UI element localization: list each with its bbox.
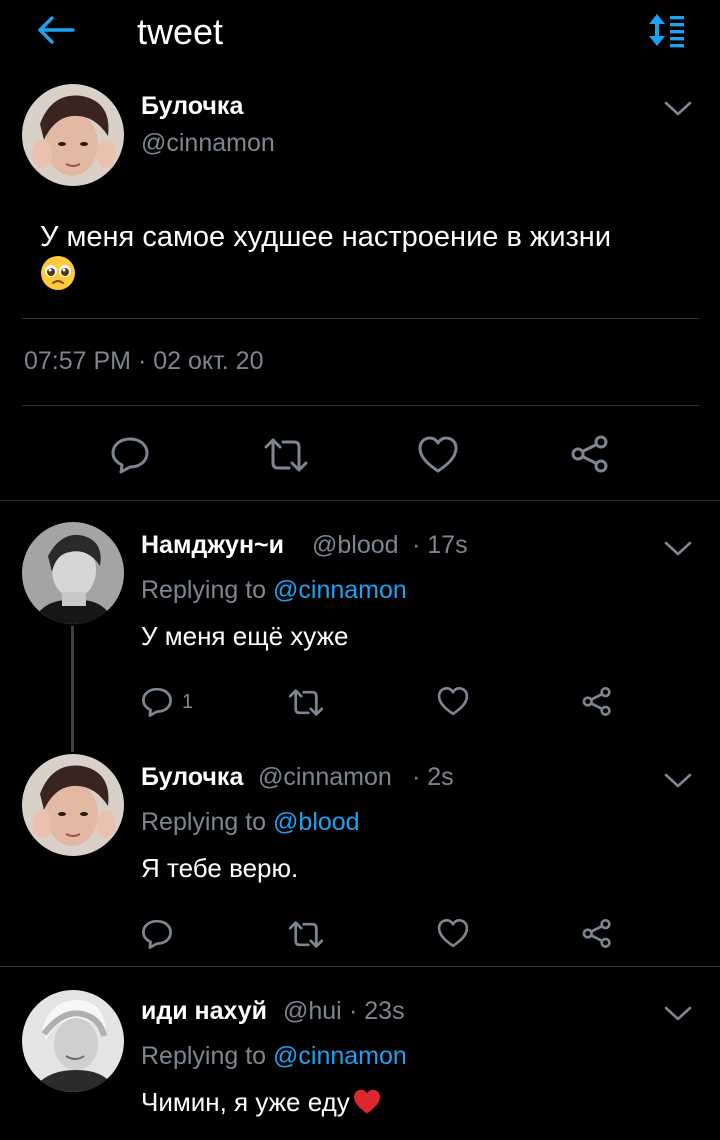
divider [0, 500, 720, 501]
author-name[interactable]: Булочка [141, 91, 243, 121]
share-button[interactable] [580, 917, 614, 950]
thread-line [71, 626, 74, 752]
sort-button[interactable] [646, 10, 688, 50]
replying-to-link[interactable]: @blood [273, 808, 360, 836]
heart-icon [437, 687, 469, 716]
retweet-button[interactable] [262, 437, 310, 473]
share-icon [582, 919, 611, 948]
reply-author-handle[interactable]: @blood [312, 530, 399, 560]
reply-author-name[interactable]: Булочка [141, 762, 243, 792]
replying-to-link[interactable]: @cinnamon [273, 1042, 407, 1070]
share-icon [571, 435, 608, 473]
chevron-down-icon [664, 101, 692, 116]
tweet-menu-button[interactable] [663, 98, 693, 118]
reply-text: У меня ещё хуже [141, 621, 349, 651]
sort-icon [649, 14, 684, 48]
like-button[interactable] [436, 686, 470, 717]
author-handle[interactable]: @cinnamon [141, 128, 275, 158]
like-button[interactable] [436, 918, 470, 949]
like-button[interactable] [416, 435, 460, 475]
tweet-timestamp: 07:57 PM · 02 окт. 20 [24, 347, 264, 375]
heart-icon [418, 436, 458, 473]
comment-icon [111, 437, 149, 474]
reply-author-handle[interactable]: @hui [283, 996, 342, 1026]
page-title: tweet [137, 11, 224, 52]
tweet-menu-button[interactable] [663, 770, 693, 790]
reply-button[interactable] [140, 686, 174, 718]
reply-text: Чимин, я уже еду ❤️ [141, 1086, 382, 1118]
reply-time: · 23s [349, 997, 405, 1025]
reply-time: · 2s [412, 763, 454, 791]
retweet-icon [264, 438, 308, 472]
replying-to-label: Replying to @cinnamon [141, 576, 407, 604]
tweet-menu-button[interactable] [663, 538, 693, 558]
tweet-menu-button[interactable] [663, 1003, 693, 1023]
arrow-left-icon [38, 16, 75, 44]
share-icon [582, 687, 611, 716]
replying-to-link[interactable]: @cinnamon [273, 576, 407, 604]
retweet-button[interactable] [287, 920, 325, 949]
share-button[interactable] [568, 433, 612, 475]
replying-to-label: Replying to @cinnamon [141, 1042, 407, 1070]
divider [22, 405, 700, 406]
reply-author-name[interactable]: иди нахуй [141, 996, 267, 1026]
avatar[interactable] [22, 754, 124, 856]
retweet-button[interactable] [287, 688, 325, 717]
tweet-emoji [40, 255, 76, 291]
reply-button[interactable] [140, 918, 174, 950]
reply-text: Я тебе верю. [141, 853, 299, 883]
reply-time: · 17s [412, 531, 468, 559]
tweet-text: У меня самое худшее настроение в жизни [40, 221, 612, 253]
share-button[interactable] [580, 685, 614, 718]
divider [22, 318, 700, 319]
reply-author-handle[interactable]: @cinnamon [258, 762, 392, 792]
back-button[interactable] [36, 12, 76, 48]
reply-count: 1 [182, 691, 194, 713]
avatar[interactable] [22, 84, 124, 186]
comment-icon [142, 919, 172, 949]
heart-icon [437, 919, 469, 948]
pleading-face-icon [41, 256, 75, 290]
avatar[interactable] [22, 990, 124, 1092]
divider [0, 966, 720, 967]
reply-button[interactable] [109, 435, 151, 475]
chevron-down-icon [664, 773, 692, 788]
replying-to-label: Replying to @blood [141, 808, 360, 836]
chevron-down-icon [664, 1006, 692, 1021]
chevron-down-icon [664, 541, 692, 556]
retweet-icon [288, 921, 324, 948]
red-heart-icon [353, 1089, 380, 1114]
comment-icon [142, 687, 172, 717]
avatar[interactable] [22, 522, 124, 624]
retweet-icon [288, 689, 324, 716]
reply-author-name[interactable]: Намджун~и [141, 530, 284, 560]
